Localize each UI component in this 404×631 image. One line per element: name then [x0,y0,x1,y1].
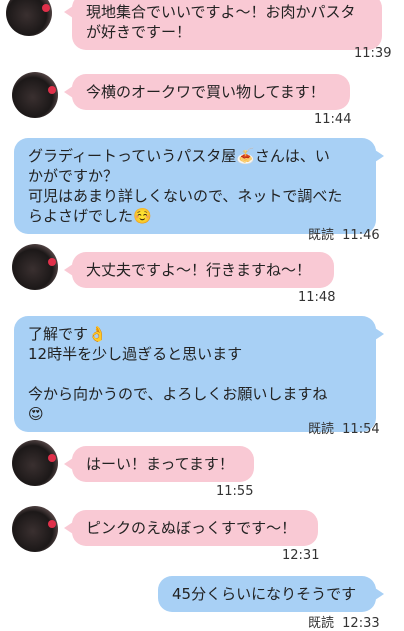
message-timestamp: 11:46 [342,228,380,243]
read-receipt-status: 既読 12:33 [308,612,380,631]
message-timestamp: 11:44 [314,112,352,127]
message-timestamp: 11:55 [216,484,254,499]
received-message-bubble[interactable]: 大丈夫ですよ〜！行きますね〜！ [64,252,334,288]
message-text-line: が好きですー！ [86,23,192,41]
message-timestamp: 11:39 [354,46,392,61]
contact-avatar[interactable] [12,506,58,552]
message-text-line: 12時半を少し過ぎると思います [28,345,243,363]
read-receipt: 既読 [308,228,335,243]
message-timestamp: 12:33 [342,616,380,631]
contact-avatar[interactable] [12,440,58,486]
message-text-line: 可児はあまり詳しくないので、ネットで調べた [28,187,343,205]
message-text-line: 今から向かうので、よろしくお願いしますね [28,385,328,403]
message-text-line [28,364,362,384]
sent-message-bubble[interactable]: 了解です👌 12時半を少し過ぎると思います 今から向かうので、よろしくお願いしま… [14,316,384,432]
received-message-bubble[interactable]: はーい！まってます！ [64,446,254,482]
received-message-bubble[interactable]: 今横のオークワで買い物してます！ [64,74,350,110]
message-timestamp: 12:31 [282,548,320,563]
message-text-line: 了解です👌 [28,325,107,343]
contact-avatar[interactable] [6,0,52,36]
read-receipt: 既読 [308,616,335,631]
message-text-line: かがですか？ [28,167,119,185]
contact-avatar[interactable] [12,72,58,118]
message-timestamp: 11:48 [298,290,336,305]
message-text-line: はーい！まってます！ [86,455,234,473]
message-text-line: らよさげでした☺️ [28,207,152,225]
read-receipt: 既読 [308,422,335,437]
message-text-line: 今横のオークワで買い物してます！ [86,83,325,101]
message-text-line: 現地集合でいいですよ〜！お肉かパスタ [86,3,356,21]
message-text-line: 45分くらいになりそうです [172,585,357,603]
message-timestamp: 11:54 [342,422,380,437]
message-text-line: グラディートっていうパスタ屋🍝さんは、い [28,147,330,165]
sent-message-bubble[interactable]: グラディートっていうパスタ屋🍝さんは、い かがですか？ 可児はあまり詳しくないの… [14,138,384,234]
message-text-line: 大丈夫ですよ〜！行きますね〜！ [86,261,312,279]
contact-avatar[interactable] [12,244,58,290]
received-message-bubble[interactable]: 現地集合でいいですよ〜！お肉かパスタ が好きですー！ [64,0,382,50]
received-message-bubble[interactable]: ピンクのえぬぼっくすです〜！ [64,510,318,546]
read-receipt-status: 既読 11:46 [308,224,380,243]
read-receipt-status: 既読 11:54 [308,418,380,437]
sent-message-bubble[interactable]: 45分くらいになりそうです [158,576,384,612]
message-text-line: ピンクのえぬぼっくすです〜！ [86,519,297,537]
